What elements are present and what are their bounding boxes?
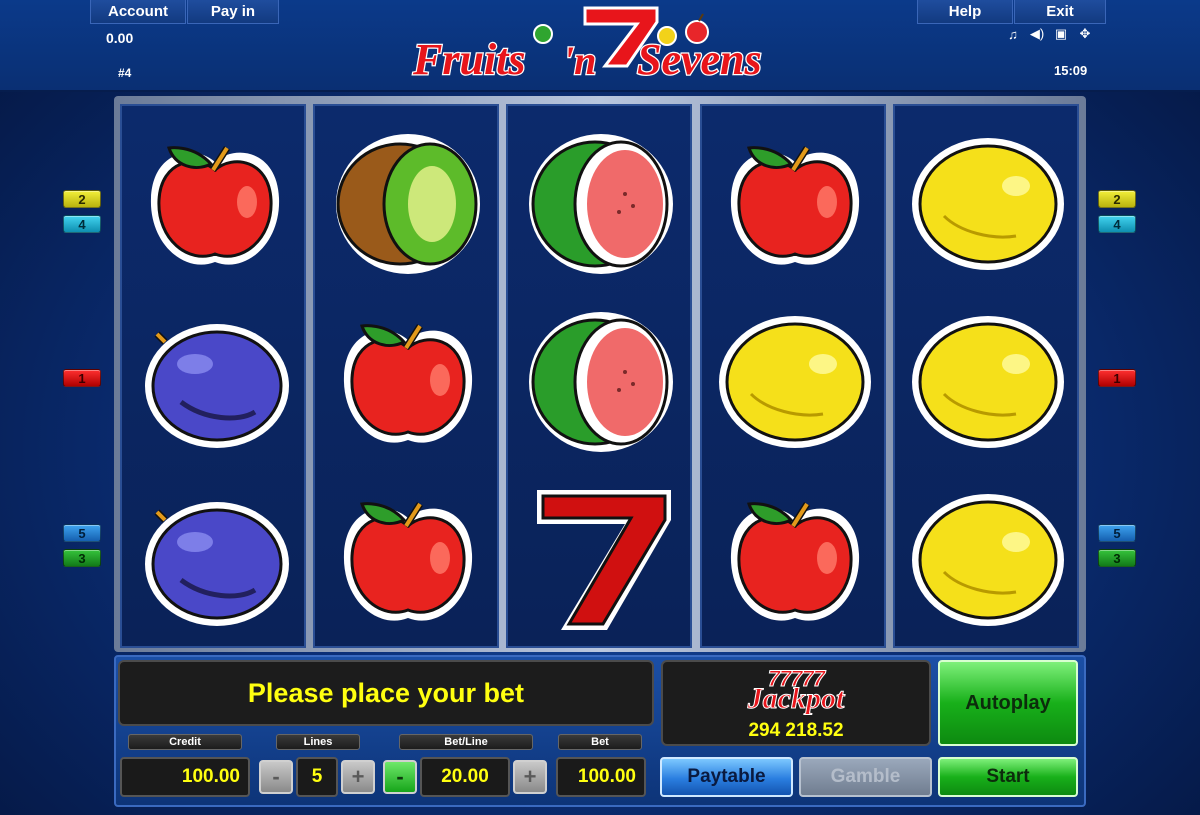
apple-symbol (702, 114, 888, 294)
apple-symbol (702, 470, 888, 650)
reel-5 (893, 104, 1079, 648)
account-balance: 0.00 (106, 30, 134, 46)
line-marker-left-2[interactable]: 2 (63, 190, 101, 208)
credit-value: 100.00 (120, 757, 250, 797)
watermelon-symbol (508, 114, 694, 294)
lines-plus-button[interactable]: + (341, 760, 375, 794)
lemon-symbol (702, 292, 888, 472)
paytable-button[interactable]: Paytable (660, 757, 793, 797)
lines-minus-button[interactable]: - (259, 760, 293, 794)
line-marker-right-3[interactable]: 3 (1098, 549, 1136, 567)
watermelon-symbol (508, 292, 694, 472)
jackpot-display: 77777 Jackpot 294 218.52 (661, 660, 931, 746)
kiwi-symbol (315, 114, 501, 294)
logo-word-n: 'n (563, 38, 596, 83)
line-marker-left-4[interactable]: 4 (63, 215, 101, 233)
sound-icon[interactable]: ◀) (1029, 26, 1045, 42)
pay-in-tab[interactable]: Pay in (187, 0, 279, 24)
system-icons: ♫ ◀) ▣ ✥ (1005, 26, 1093, 42)
music-icon[interactable]: ♫ (1005, 26, 1021, 42)
plum-symbol (122, 470, 308, 650)
apple-symbol (315, 292, 501, 472)
bet-label: Bet (558, 734, 642, 750)
bet-line-plus-button[interactable]: + (513, 760, 547, 794)
line-marker-right-1[interactable]: 1 (1098, 369, 1136, 387)
reel-4 (700, 104, 886, 648)
game-logo: Fruits 'n Sevens (411, 6, 763, 85)
line-marker-right-4[interactable]: 4 (1098, 215, 1136, 233)
reel-3 (506, 104, 692, 648)
reel-1 (120, 104, 306, 648)
apple-symbol (315, 470, 501, 650)
start-button[interactable]: Start (938, 757, 1078, 797)
lemon-symbol (895, 114, 1081, 294)
game-id: #4 (118, 66, 132, 80)
exit-tab[interactable]: Exit (1014, 0, 1106, 24)
credit-label: Credit (128, 734, 242, 750)
logo-word-sevens: Sevens (637, 35, 762, 84)
lemon-symbol (895, 292, 1081, 472)
top-bar: Account Pay in Help Exit 0.00 #4 15:09 ♫… (0, 0, 1200, 92)
logo-word-fruits: Fruits (412, 35, 526, 84)
bet-value: 100.00 (556, 757, 646, 797)
fullscreen-icon[interactable]: ▣ (1053, 26, 1069, 42)
jackpot-title: Jackpot (747, 682, 845, 716)
bet-line-label: Bet/Line (399, 734, 533, 750)
line-marker-right-5[interactable]: 5 (1098, 524, 1136, 542)
lines-value: 5 (296, 757, 338, 797)
lemon-symbol (895, 470, 1081, 650)
message-display: Please place your bet (118, 660, 654, 726)
bet-line-minus-button[interactable]: - (383, 760, 417, 794)
plum-symbol (122, 292, 308, 472)
bet-line-value: 20.00 (420, 757, 510, 797)
lines-label: Lines (276, 734, 360, 750)
account-tab[interactable]: Account (90, 0, 186, 24)
autoplay-button[interactable]: Autoplay (938, 660, 1078, 746)
clock: 15:09 (1054, 63, 1088, 78)
line-marker-left-3[interactable]: 3 (63, 549, 101, 567)
help-tab[interactable]: Help (917, 0, 1013, 24)
settings-icon[interactable]: ✥ (1077, 26, 1093, 42)
jackpot-value: 294 218.52 (748, 720, 844, 741)
reel-2 (313, 104, 499, 648)
line-marker-left-5[interactable]: 5 (63, 524, 101, 542)
line-marker-right-2[interactable]: 2 (1098, 190, 1136, 208)
seven-symbol (508, 470, 694, 650)
line-marker-left-1[interactable]: 1 (63, 369, 101, 387)
apple-symbol (122, 114, 308, 294)
gamble-button[interactable]: Gamble (799, 757, 932, 797)
